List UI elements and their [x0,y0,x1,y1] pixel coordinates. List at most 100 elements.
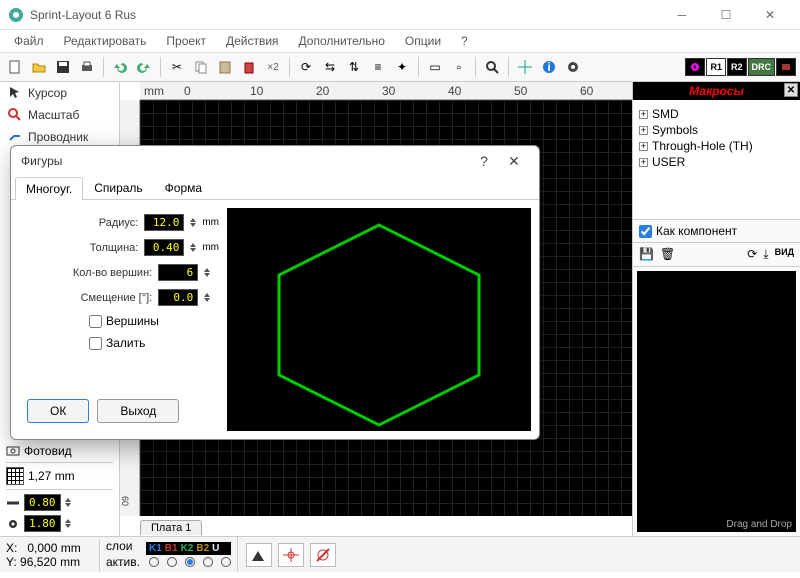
copy-icon[interactable] [190,56,212,78]
tab-spiral[interactable]: Спираль [83,176,153,199]
radius-spinner[interactable] [190,218,196,227]
dialog-form: Радиус: 12.0 mm Толщина: 0.40 mm Кол-во … [19,208,219,431]
menu-options[interactable]: Опции [397,32,449,50]
ok-button[interactable]: ОК [27,399,89,423]
redo-icon[interactable] [133,56,155,78]
tab-polygon[interactable]: Многоуг. [15,177,83,200]
dialog-help-button[interactable]: ? [469,149,499,173]
save-icon[interactable] [52,56,74,78]
drag-drop-hint: Drag and Drop [726,519,792,530]
zoom-icon[interactable] [481,56,503,78]
save-macro-icon[interactable]: 💾 [639,247,654,262]
width-spinner[interactable] [190,243,196,252]
menu-project[interactable]: Проект [158,32,214,50]
close-macros-button[interactable]: ✕ [784,83,798,97]
snap-icon[interactable]: ✦ [391,56,413,78]
gear-icon[interactable] [562,56,584,78]
tool-zoom[interactable]: Масштаб [0,104,119,126]
macro-tree[interactable]: +SMD +Symbols +Through-Hole (TH) +USER [633,100,800,220]
board-tabs: Плата 1 [140,518,202,536]
tree-node-symbols[interactable]: +Symbols [639,122,794,138]
delete-macro-icon[interactable]: 🗑 [660,247,675,262]
crosshair-icon[interactable] [514,56,536,78]
fill-checkbox[interactable] [89,337,102,350]
open-icon[interactable] [28,56,50,78]
component-checkbox[interactable] [639,225,652,238]
photoview-button[interactable]: Фотовид [6,444,113,458]
pad-size-field[interactable]: 1.80 [6,515,113,532]
group-icon[interactable]: ▭ [424,56,446,78]
layer-radio-b2[interactable] [203,557,213,567]
tool-cursor[interactable]: Курсор [0,82,119,104]
tree-node-th[interactable]: +Through-Hole (TH) [639,138,794,154]
menu-help[interactable]: ? [453,32,476,50]
vertices-spinner[interactable] [204,268,210,277]
cut-icon[interactable]: ✂ [166,56,188,78]
menubar: Файл Редактировать Проект Действия Допол… [0,30,800,52]
ungroup-icon[interactable]: ▫ [448,56,470,78]
tab-shape[interactable]: Форма [154,176,213,199]
new-icon[interactable] [4,56,26,78]
ground-fill-button[interactable] [246,543,272,567]
macro-preview[interactable]: Drag and Drop [637,271,796,532]
info-icon[interactable]: i [538,56,560,78]
undo-icon[interactable] [109,56,131,78]
layer-radio-k2[interactable] [185,557,195,567]
spinner[interactable] [65,519,71,528]
statusbar: X: 0,000 mm Y: 96,520 mm слои актив. K1 … [0,536,800,572]
offset-input[interactable]: 0.0 [158,289,198,306]
maximize-button[interactable]: ☐ [704,1,748,29]
mirror-v-icon[interactable]: ⇅ [343,56,365,78]
left-bottom-panel: Фотовид 1,27 mm 0.80 1.80 [0,440,119,536]
app-icon [8,7,24,23]
menu-actions[interactable]: Действия [218,32,287,50]
shape-preview [227,208,531,431]
radius-input[interactable]: 12.0 [144,214,184,231]
close-button[interactable]: ✕ [748,1,792,29]
crosshair-button[interactable] [278,543,304,567]
tool-label: Масштаб [28,108,79,122]
duplicate-icon[interactable]: ×2 [262,56,284,78]
spinner[interactable] [65,498,71,507]
track-width-field[interactable]: 0.80 [6,494,113,511]
print-icon[interactable] [76,56,98,78]
import-macro-icon[interactable]: ⤓ [763,247,768,262]
badge-ic[interactable] [776,58,796,76]
badge-r1[interactable]: R1 [706,58,726,76]
badge-pad[interactable] [685,58,705,76]
cancel-button[interactable]: Выход [97,399,179,423]
paste-icon[interactable] [214,56,236,78]
badge-r2[interactable]: R2 [727,58,747,76]
vertices-checkbox-row[interactable]: Вершины [89,314,219,328]
rotate-macro-icon[interactable]: ⟳ [747,247,757,262]
minimize-button[interactable]: ─ [660,1,704,29]
tree-node-user[interactable]: +USER [639,154,794,170]
grid-step[interactable]: 1,27 mm [6,467,113,485]
board-tab[interactable]: Плата 1 [140,520,202,535]
layer-radio-k1[interactable] [149,557,159,567]
view-label[interactable]: ВИД [775,247,794,262]
layer-radio-b1[interactable] [167,557,177,567]
menu-extra[interactable]: Дополнительно [291,32,393,50]
menu-file[interactable]: Файл [6,32,52,50]
as-component-checkbox[interactable]: Как компонент [633,220,800,243]
fill-checkbox-row[interactable]: Залить [89,336,219,350]
titlebar: Sprint-Layout 6 Rus ─ ☐ ✕ [0,0,800,30]
delete-icon[interactable] [238,56,260,78]
menu-edit[interactable]: Редактировать [56,32,155,50]
tree-node-smd[interactable]: +SMD [639,106,794,122]
offset-spinner[interactable] [204,293,210,302]
layer-radio-u[interactable] [221,557,231,567]
vertices-input[interactable]: 6 [158,264,198,281]
align-icon[interactable]: ≡ [367,56,389,78]
track-icon [8,130,22,144]
rotate-icon[interactable]: ⟳ [295,56,317,78]
badge-drc[interactable]: DRC [748,58,776,76]
width-input[interactable]: 0.40 [144,239,184,256]
disable-button[interactable] [310,543,336,567]
tool-label: Курсор [28,86,67,100]
dialog-close-button[interactable]: ✕ [499,149,529,173]
macros-header: Макросы ✕ [633,82,800,100]
mirror-h-icon[interactable]: ⇆ [319,56,341,78]
vertices-checkbox[interactable] [89,315,102,328]
